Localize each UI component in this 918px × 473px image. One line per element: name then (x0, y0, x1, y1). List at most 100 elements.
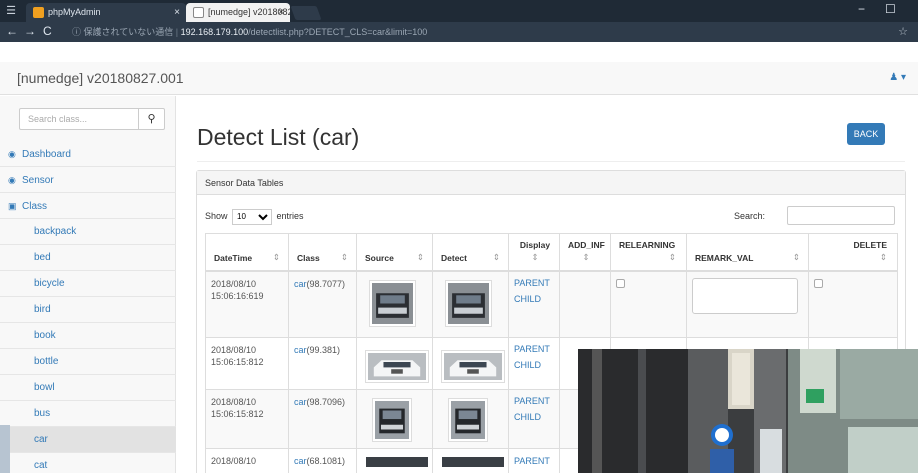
col-header-datetime[interactable]: DateTime ⇕ (205, 233, 289, 272)
sidebar-class-cat[interactable]: cat (0, 453, 176, 473)
sidebar-class-book[interactable]: book (0, 323, 176, 349)
sidebar-class-backpack[interactable]: backpack (0, 219, 176, 245)
col-header-label: Display (519, 240, 551, 250)
detect-cell (432, 270, 509, 338)
brand-title[interactable]: [numedge] v20180827.001 (17, 70, 184, 86)
relearning-checkbox[interactable] (616, 279, 625, 288)
col-header-remark-val[interactable]: REMARK_VAL ⇕ (686, 233, 809, 272)
show-label: Show (205, 211, 228, 221)
sort-icon: ⇕ (879, 252, 887, 262)
search-icon[interactable]: ⚲ (138, 109, 164, 129)
row-date: 2018/08/10 (211, 279, 257, 289)
entries-select[interactable]: 10 (232, 208, 273, 225)
col-header-delete[interactable]: DELETE ⇕ (808, 233, 898, 272)
detect-thumbnail[interactable] (448, 397, 488, 442)
sort-icon: ⇕ (792, 252, 800, 262)
back-arrow-icon[interactable]: ← (6, 24, 18, 38)
forward-arrow-icon[interactable]: → (24, 24, 36, 38)
class-link[interactable]: car (294, 279, 307, 289)
col-header-add-inf[interactable]: ADD_INF ⇕ (559, 233, 611, 272)
panel-title: Sensor Data Tables (197, 171, 905, 195)
minimize-icon[interactable]: − (858, 2, 865, 16)
eye-icon: ◉ (8, 175, 16, 185)
col-header-source[interactable]: Source ⇕ (356, 233, 433, 272)
class-link[interactable]: car (294, 345, 307, 355)
delete-checkbox[interactable] (814, 279, 823, 288)
sidebar-item-label: Dashboard (22, 149, 71, 160)
url-field[interactable]: ⓘ 保護されていない通信 | 192.168.179.100/detectlis… (72, 24, 427, 40)
source-thumbnail[interactable] (372, 397, 412, 442)
source-thumbnail[interactable] (365, 349, 429, 383)
row-date: 2018/08/10 (211, 455, 257, 466)
col-header-label: Class (297, 253, 320, 263)
class-search-input[interactable] (20, 109, 138, 129)
col-header-detect[interactable]: Detect ⇕ (432, 233, 509, 272)
sidebar-item-sensor[interactable]: ◉ Sensor (0, 167, 176, 193)
source-thumbnail[interactable] (366, 456, 428, 467)
remark-textarea[interactable] (692, 278, 798, 314)
col-header-label: DELETE (853, 240, 887, 250)
add-inf-cell (559, 270, 611, 338)
reload-icon[interactable]: C (43, 24, 52, 38)
tab-close-icon[interactable]: × (174, 3, 180, 22)
sidebar-class-car[interactable]: car (0, 427, 176, 453)
class-link[interactable]: car (294, 397, 307, 407)
sidebar-item-label: Sensor (22, 175, 54, 186)
browser-tab-phpmyadmin[interactable]: phpMyAdmin × (26, 3, 186, 22)
tab-close-icon[interactable]: × (278, 3, 284, 22)
col-header-label: REMARK_VAL (695, 253, 754, 263)
source-thumbnail[interactable] (369, 280, 416, 327)
sidebar-item-dashboard[interactable]: ◉ Dashboard (0, 141, 176, 167)
sidebar-class-bird[interactable]: bird (0, 297, 176, 323)
row-date: 2018/08/10 (211, 344, 257, 355)
url-path: /detectlist.php?DETECT_CLS=car&limit=100 (248, 27, 428, 37)
browser-menu-icon[interactable]: ☰ (4, 4, 18, 18)
detect-thumbnail[interactable] (441, 349, 505, 383)
col-header-relearning[interactable]: RELEARNING ⇕ (610, 233, 687, 272)
class-cell: car(68.1081) (288, 447, 357, 473)
page-favicon-icon (193, 7, 204, 18)
sort-icon: ⇕ (492, 252, 500, 262)
display-cell: PARENT CHILD (508, 270, 560, 338)
class-cell: car(98.7096) (288, 388, 357, 449)
col-header-label: DateTime (214, 253, 253, 263)
security-indicator[interactable]: ⓘ 保護されていない通信 (72, 27, 173, 37)
back-button[interactable]: BACK (847, 123, 885, 145)
display-cell: PARENT (508, 447, 560, 473)
sidebar-class-bus[interactable]: bus (0, 401, 176, 427)
url-host: 192.168.179.100 (180, 27, 249, 37)
table-header-row: DateTime ⇕ Class ⇕ Source ⇕ Detect ⇕ Display… (205, 233, 898, 272)
datetime-cell: 2018/08/10 (205, 447, 289, 473)
user-menu[interactable]: ♟ ▾ (889, 72, 906, 83)
detect-thumbnail[interactable] (442, 456, 504, 467)
bookmark-star-icon[interactable]: ☆ (898, 25, 908, 38)
street-photo-overlay (578, 349, 918, 473)
class-cell: car(99.381) (288, 336, 357, 390)
col-header-class[interactable]: Class ⇕ (288, 233, 357, 272)
detect-cell (432, 447, 509, 473)
sort-icon: ⇕ (582, 252, 590, 262)
detect-thumbnail[interactable] (445, 280, 492, 327)
table-row: 2018/08/10 15:06:16:619 car(98.7077) PARE… (205, 270, 898, 338)
sidebar-item-label: Class (22, 201, 48, 212)
class-link[interactable]: car (294, 456, 307, 466)
sidebar-class-bottle[interactable]: bottle (0, 349, 176, 375)
col-header-display[interactable]: Display ⇕ (508, 233, 560, 272)
browser-tab-numedge[interactable]: [numedge] v20180827.00 × (186, 3, 290, 22)
sidebar-class-bicycle[interactable]: bicycle (0, 271, 176, 297)
divider (197, 161, 905, 162)
sidebar-class-bed[interactable]: bed (0, 245, 176, 271)
display-cell: PARENT CHILD (508, 388, 560, 449)
maximize-icon[interactable]: ☐ (885, 2, 896, 16)
address-bar: ← → C ⓘ 保護されていない通信 | 192.168.179.100/det… (0, 22, 918, 42)
chevron-down-icon: ▾ (900, 72, 906, 83)
class-score: (98.7096) (306, 396, 346, 407)
table-search-input[interactable] (787, 206, 895, 225)
sidebar-item-class[interactable]: ▣ Class (0, 193, 176, 219)
parent-link[interactable]: PARENT (514, 456, 550, 466)
sidebar-class-bowl[interactable]: bowl (0, 375, 176, 401)
class-search: ⚲ (19, 108, 165, 130)
datetime-cell: 2018/08/10 15:06:15:812 (205, 336, 289, 390)
user-icon: ♟ (889, 72, 899, 83)
new-tab-button[interactable] (290, 6, 322, 20)
